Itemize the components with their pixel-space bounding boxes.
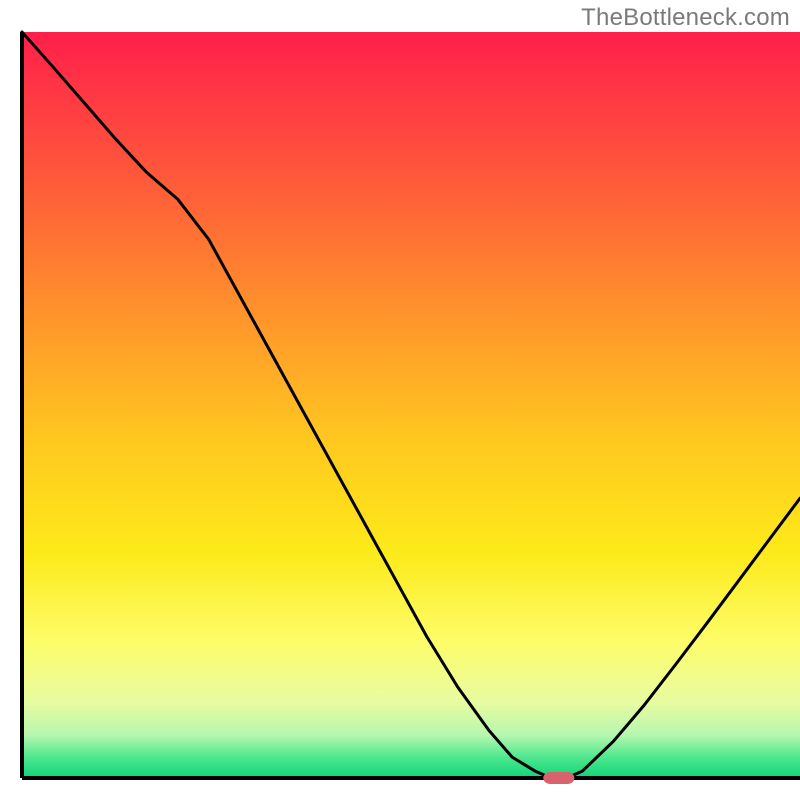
optimal-marker bbox=[543, 772, 574, 784]
bottleneck-chart bbox=[0, 0, 800, 800]
gradient-background bbox=[22, 32, 800, 776]
